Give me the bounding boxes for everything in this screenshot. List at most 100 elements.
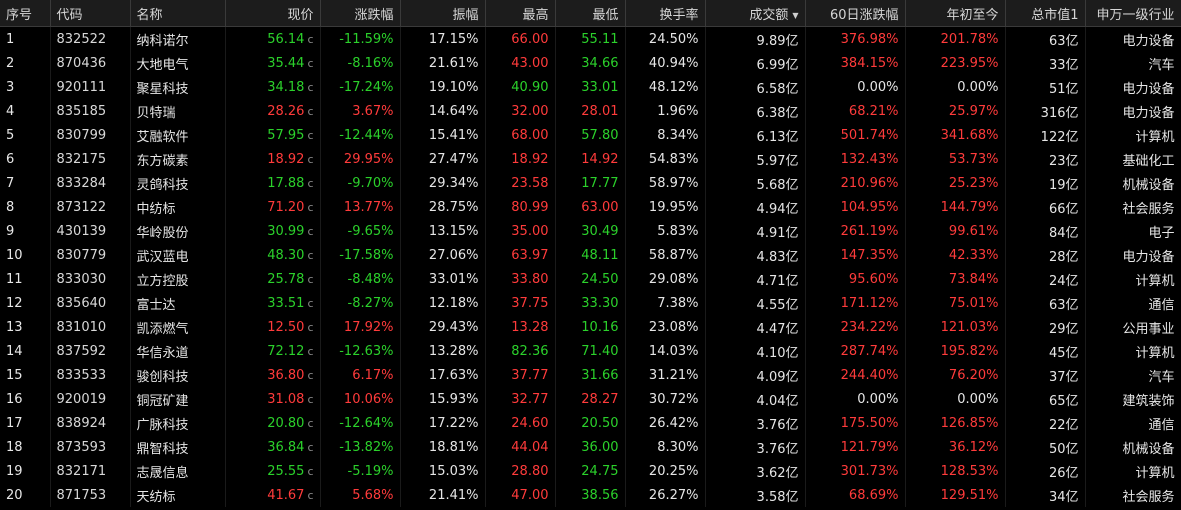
header-change-pct[interactable]: 涨跌幅 [320,0,401,27]
header-index[interactable]: 序号 [0,0,51,27]
header-industry[interactable]: 申万一级行业 [1085,0,1181,27]
cell-low-value: 57.80 [581,127,619,143]
cell-industry: 计算机 [1085,339,1181,363]
cell-price-value: 12.50 [267,319,305,335]
cell-industry-value: 通信 [1148,417,1175,433]
cell-low-value: 20.50 [581,415,619,431]
cell-turnover-value: 24.50% [648,31,699,47]
cell-ytd-value: 129.51% [940,487,999,503]
table-row[interactable]: 13 831010 凯添燃气 12.50 c 17.92% 29.43% 13.28 10.16… [0,315,1181,339]
cell-change-pct-value: -9.65% [347,223,394,239]
table-row[interactable]: 19 832171 志晟信息 25.55 c -5.19% 15.03% 28.80 24.75… [0,459,1181,483]
cell-turnover-value: 26.27% [648,487,699,503]
table-row[interactable]: 14 837592 华信永道 72.12 c -12.63% 13.28% 82.36 71.4… [0,339,1181,363]
price-suffix: c [307,176,314,190]
cell-price-value: 25.55 [267,463,305,479]
cell-code: 871753 [50,483,131,507]
cell-change-pct-value: -12.64% [339,415,394,431]
cell-turnover-value: 14.03% [648,343,699,359]
cell-code-value: 830779 [56,247,107,263]
cell-low: 38.56 [555,483,626,507]
cell-code: 838924 [50,411,131,435]
cell-code: 832175 [50,147,131,171]
cell-industry-value: 汽车 [1148,57,1175,73]
table-row[interactable]: 1 832522 纳科诺尔 56.14 c -11.59% 17.15% 66.00 55.11… [0,26,1181,51]
cell-name-value: 中纺标 [136,201,176,217]
cell-amplitude: 14.64% [400,99,486,123]
cell-code: 833284 [50,171,131,195]
cell-low: 63.00 [555,195,626,219]
cell-amplitude-value: 19.10% [428,79,479,95]
cell-price-value: 72.12 [267,343,305,359]
table-row[interactable]: 20 871753 天纺标 41.67 c 5.68% 21.41% 47.00 38.56 26… [0,483,1181,507]
cell-60d-change-value: 104.95% [840,199,899,215]
cell-amplitude-value: 15.93% [428,391,479,407]
header-code[interactable]: 代码 [50,0,131,27]
cell-amount-value: 4.47亿 [756,321,799,337]
cell-change-pct: 17.92% [320,315,401,339]
cell-change-pct-value: 6.17% [352,367,394,383]
cell-ytd: 42.33% [905,243,1006,267]
cell-price-value: 20.80 [267,415,305,431]
table-row[interactable]: 18 873593 鼎智科技 36.84 c -13.82% 18.81% 44.04 36.0… [0,435,1181,459]
table-row[interactable]: 9 430139 华岭股份 30.99 c -9.65% 13.15% 35.00 30.49 5… [0,219,1181,243]
table-row[interactable]: 16 920019 铜冠矿建 31.08 c 10.06% 15.93% 32.77 28.27… [0,387,1181,411]
header-high[interactable]: 最高 [485,0,556,27]
cell-market-cap: 33亿 [1005,51,1086,75]
cell-index: 11 [0,267,51,291]
header-amplitude[interactable]: 振幅 [400,0,486,27]
table-row[interactable]: 4 835185 贝特瑞 28.26 c 3.67% 14.64% 32.00 28.01 1.9… [0,99,1181,123]
table-row[interactable]: 15 833533 骏创科技 36.80 c 6.17% 17.63% 37.77 31.66 3… [0,363,1181,387]
table-row[interactable]: 11 833030 立方控股 25.78 c -8.48% 33.01% 33.80 24.50… [0,267,1181,291]
cell-low-value: 31.66 [581,367,619,383]
cell-index: 3 [0,75,51,99]
cell-60d-change: 95.60% [805,267,906,291]
cell-ytd-value: 223.95% [940,55,999,71]
price-suffix: c [307,368,314,382]
table-row[interactable]: 7 833284 灵鸽科技 17.88 c -9.70% 29.34% 23.58 17.77 5… [0,171,1181,195]
cell-code: 832522 [50,26,131,51]
header-name[interactable]: 名称 [130,0,226,27]
table-row[interactable]: 8 873122 中纺标 71.20 c 13.77% 28.75% 80.99 63.00 19… [0,195,1181,219]
table-row[interactable]: 12 835640 富士达 33.51 c -8.27% 12.18% 37.75 33.30 7… [0,291,1181,315]
cell-index-value: 7 [6,175,15,191]
cell-amplitude: 21.61% [400,51,486,75]
cell-60d-change: 68.21% [805,99,906,123]
cell-change-pct: -9.70% [320,171,401,195]
cell-change-pct-value: -5.19% [347,463,394,479]
table-row[interactable]: 10 830779 武汉蓝电 48.30 c -17.58% 27.06% 63.97 48.1… [0,243,1181,267]
cell-60d-change-value: 95.60% [848,271,899,287]
header-low[interactable]: 最低 [555,0,626,27]
cell-low-value: 33.30 [581,295,619,311]
cell-ytd: 128.53% [905,459,1006,483]
table-row[interactable]: 2 870436 大地电气 35.44 c -8.16% 21.61% 43.00 34.66 4… [0,51,1181,75]
cell-market-cap-value: 22亿 [1048,417,1079,433]
cell-60d-change: 261.19% [805,219,906,243]
cell-market-cap: 34亿 [1005,483,1086,507]
table-row[interactable]: 17 838924 广脉科技 20.80 c -12.64% 17.22% 24.60 20.5… [0,411,1181,435]
cell-turnover-value: 20.25% [648,463,699,479]
cell-price-value: 25.78 [267,271,305,287]
header-price[interactable]: 现价 [225,0,321,27]
cell-high: 80.99 [485,195,556,219]
sort-descending-icon[interactable]: ▼ [792,11,798,20]
cell-amount: 4.10亿 [705,339,806,363]
cell-name: 纳科诺尔 [130,26,226,51]
cell-price-value: 17.88 [267,175,305,191]
cell-market-cap: 51亿 [1005,75,1086,99]
header-ytd[interactable]: 年初至今 [905,0,1006,27]
header-market-cap[interactable]: 总市值1 [1005,0,1086,27]
table-row[interactable]: 5 830799 艾融软件 57.95 c -12.44% 15.41% 68.00 57.80… [0,123,1181,147]
cell-price: 18.92 c [225,147,321,171]
table-row[interactable]: 3 920111 聚星科技 34.18 c -17.24% 19.10% 40.90 33.01… [0,75,1181,99]
cell-60d-change: 234.22% [805,315,906,339]
header-60d-change[interactable]: 60日涨跌幅 [805,0,906,27]
cell-high: 47.00 [485,483,556,507]
header-turnover[interactable]: 换手率 [625,0,706,27]
cell-turnover-value: 40.94% [648,55,699,71]
header-amount[interactable]: 成交额 ▼ [705,0,806,27]
cell-amplitude: 29.43% [400,315,486,339]
cell-price: 36.80 c [225,363,321,387]
table-row[interactable]: 6 832175 东方碳素 18.92 c 29.95% 27.47% 18.92 14.92 5… [0,147,1181,171]
cell-price: 30.99 c [225,219,321,243]
